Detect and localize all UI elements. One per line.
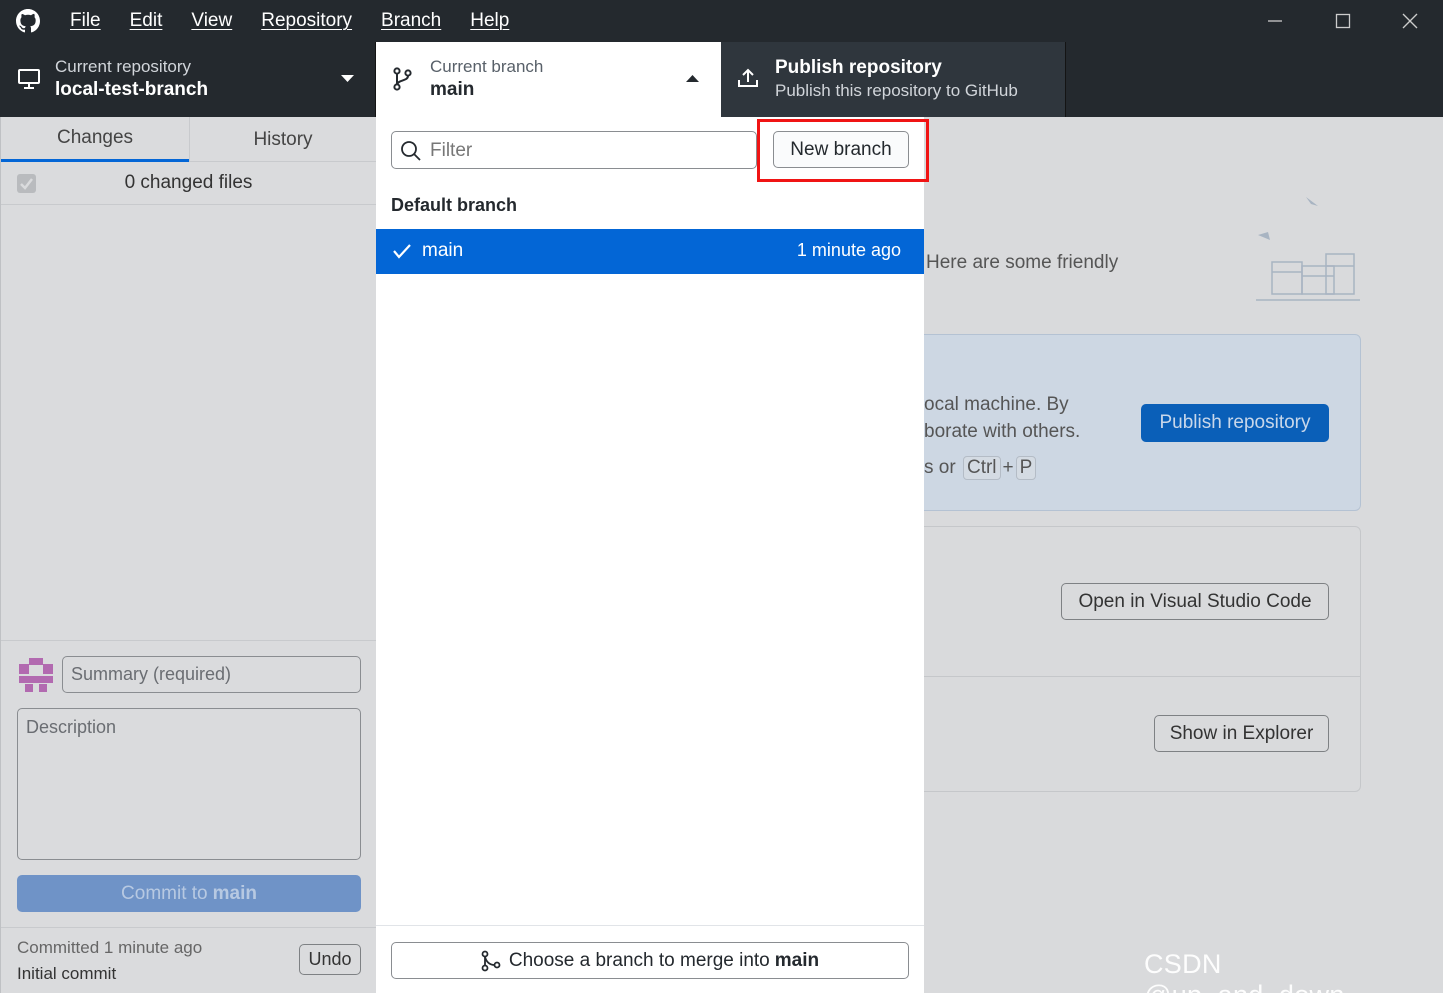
publish-repository-toolbar-button[interactable]: Publish repository Publish this reposito… [721,42,1066,117]
shortcut-key-p: P [1015,456,1037,480]
last-commit-message: Initial commit [17,964,117,983]
commit-prefix: Commit to [121,882,208,904]
changes-header: 0 changed files [1,162,376,205]
current-repository-button[interactable]: Current repository local-test-branch [0,42,376,117]
friendly-text: Here are some friendly [926,252,1119,273]
current-branch-button[interactable]: Current branch main [376,42,721,117]
last-commit: Committed 1 minute ago Initial commit Un… [1,927,376,993]
sidebar: Changes History 0 changed files Summary … [0,117,376,993]
merge-footer: Choose a branch to merge into main [376,925,924,993]
caret-down-icon [341,75,354,82]
git-merge-icon [481,950,501,971]
description-input[interactable]: Description [17,708,361,860]
tab-history[interactable]: History [189,117,376,162]
actions-card [906,526,1361,792]
checkmark-icon [393,244,411,259]
toolbar: Current repository local-test-branch Cur… [0,42,1443,117]
actions-divider [906,676,1361,677]
changed-files-count: 0 changed files [124,172,253,193]
branch-label: Current branch [430,57,544,76]
maximize-button[interactable] [1309,0,1377,42]
branch-list-item[interactable]: main 1 minute ago [376,229,924,274]
close-window-button[interactable] [1376,0,1443,42]
last-commit-time: Committed 1 minute ago [17,938,203,957]
publish-repository-button[interactable]: Publish repository [1141,404,1329,442]
menu-branch[interactable]: Branch [381,10,441,32]
github-logo-icon [16,9,40,33]
shortcut-plus: + [1002,457,1014,478]
repository-name: local-test-branch [55,79,209,100]
shortcut-key-ctrl: Ctrl [962,456,1001,480]
show-in-explorer-button[interactable]: Show in Explorer [1154,715,1329,752]
publish-title: Publish repository [775,57,942,78]
watermark: CSDN @up_and_down__ [1144,949,1375,993]
menu-help[interactable]: Help [470,10,509,32]
title-bar: File Edit View Repository Branch Help [0,0,1443,42]
menu-view[interactable]: View [191,10,232,32]
menu-repository[interactable]: Repository [261,10,352,32]
upload-icon [738,68,758,87]
minimize-icon [1268,20,1282,22]
branch-dropdown: Filter New branch Default branch main 1 … [376,117,929,993]
search-icon [401,141,421,161]
publish-subtitle: Publish this repository to GitHub [775,81,1018,100]
boxes-illustration-icon [1256,197,1360,301]
branch-item-name: main [422,240,464,261]
minimize-button[interactable] [1241,0,1309,42]
caret-up-icon [686,75,699,82]
repository-label: Current repository [55,57,192,76]
default-branch-header: Default branch [391,195,518,215]
maximize-icon [1335,13,1351,29]
commit-form: Summary (required) Description Commit to… [1,640,376,993]
desktop-icon [18,69,40,89]
menu-edit[interactable]: Edit [130,10,163,32]
branch-name: main [430,79,475,100]
commit-button[interactable]: Commit to main [17,875,361,912]
close-icon [1402,13,1418,29]
branch-item-time: 1 minute ago [796,240,901,260]
shortcut-prefix: s or [924,457,956,478]
publish-description-line1: ocal machine. By [924,394,1069,415]
merge-prefix: Choose a branch to merge into [508,949,770,971]
git-branch-icon [393,67,412,91]
publish-shortcut-hint: s or Ctrl + P [924,456,1038,480]
new-branch-button[interactable]: New branch [773,131,909,168]
summary-input[interactable]: Summary (required) [62,656,361,693]
commit-branch: main [212,882,257,904]
avatar [19,658,53,692]
merge-branch-button[interactable]: Choose a branch to merge into main [391,942,909,979]
filter-placeholder: Filter [430,140,473,161]
merge-target-branch: main [774,949,820,971]
branch-filter-input[interactable]: Filter [391,131,757,169]
menu-file[interactable]: File [70,10,101,32]
publish-description-line2: borate with others. [924,421,1081,442]
open-in-vscode-button[interactable]: Open in Visual Studio Code [1061,583,1329,620]
undo-button[interactable]: Undo [299,944,361,975]
menu-bar: File Edit View Repository Branch Help [70,0,538,42]
sidebar-tabs: Changes History [1,117,376,162]
tab-changes[interactable]: Changes [1,117,189,162]
